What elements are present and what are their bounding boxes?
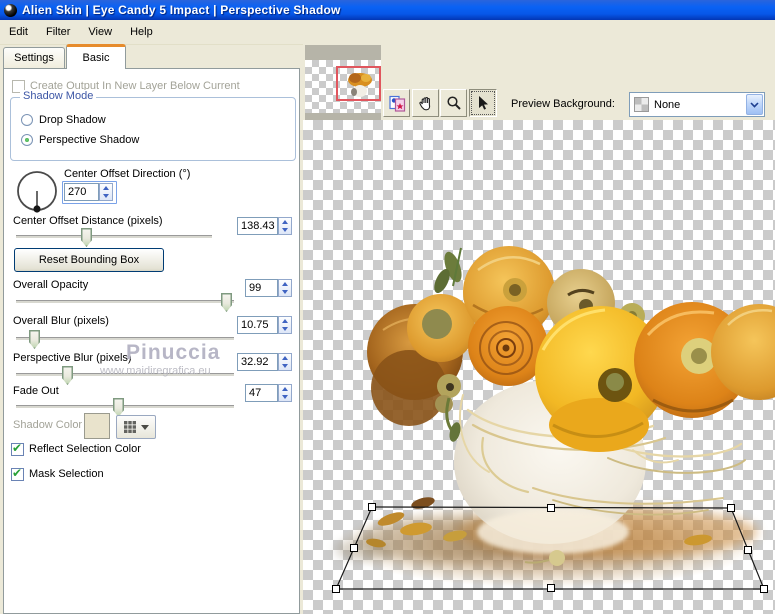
opacity-label: Overall Opacity [13,279,89,291]
menu-view[interactable]: View [79,23,121,41]
blur-slider-thumb[interactable] [29,330,40,349]
perspective-blur-spinner[interactable] [278,353,292,371]
preview-background-dropdown[interactable]: None [629,92,765,117]
menu-filter[interactable]: Filter [37,23,79,41]
bounding-box-handle[interactable] [368,503,376,511]
dial-knob[interactable] [33,205,41,213]
menu-help[interactable]: Help [121,23,162,41]
bounding-box-handle[interactable] [727,504,735,512]
reflect-selection-checkbox[interactable]: ✔ [11,441,24,456]
distance-slider-thumb[interactable] [81,228,92,247]
perspective-blur-label: Perspective Blur (pixels) [13,352,132,364]
drop-shadow-label[interactable]: Drop Shadow [39,114,106,126]
opacity-field[interactable]: 99 [245,279,278,297]
distance-label: Center Offset Distance (pixels) [13,215,163,227]
bounding-box-handle[interactable] [350,544,358,552]
chevron-down-icon [750,101,759,108]
title-bar: Alien Skin | Eye Candy 5 Impact | Perspe… [0,0,775,20]
dropdown-arrow-icon [141,424,149,430]
pan-tool-button[interactable] [412,89,439,117]
fade-out-label: Fade Out [13,385,59,397]
blur-field[interactable]: 10.75 [237,316,278,334]
navigator-view-rectangle[interactable] [336,66,381,101]
spin-down-icon[interactable] [279,393,291,401]
shadow-color-label: Shadow Color [13,419,83,431]
drop-shadow-radio[interactable] [21,114,33,126]
distance-field[interactable]: 138.43 [237,217,278,235]
spin-down-icon[interactable] [279,288,291,296]
menu-edit[interactable]: Edit [0,23,37,41]
plugin-window: Alien Skin | Eye Candy 5 Impact | Perspe… [0,0,775,614]
menu-bar: Edit Filter View Help [0,20,775,45]
fade-out-spinner[interactable] [278,384,292,402]
bounding-box-handle[interactable] [744,546,752,554]
spin-up-icon[interactable] [279,317,291,325]
color-picker-dropdown[interactable] [116,415,156,439]
bounding-box-handle[interactable] [332,585,340,593]
reset-bounding-box-button[interactable]: Reset Bounding Box [14,248,164,272]
dropdown-arrow-button[interactable] [746,94,763,115]
bounding-box-handle[interactable] [547,504,555,512]
distance-slider-track[interactable] [16,235,212,239]
pan-hand-icon [418,96,430,111]
fade-out-slider-track[interactable] [16,405,234,409]
watermark-url: www.maidiregrafica.eu [100,365,211,377]
watermark-name: Pinuccia [126,341,221,364]
mask-selection-checkbox[interactable]: ✔ [11,466,24,481]
spin-down-icon[interactable] [279,226,291,234]
perspective-blur-field[interactable]: 32.92 [237,353,278,371]
mask-selection-label[interactable]: Mask Selection [29,468,104,480]
perspective-shadow-label[interactable]: Perspective Shadow [39,134,139,146]
shadow-mode-group: Shadow Mode [10,90,296,161]
opacity-slider-thumb[interactable] [221,293,232,312]
blur-label: Overall Blur (pixels) [13,315,109,327]
select-arrow-icon [479,96,488,110]
preview-canvas[interactable] [303,120,775,614]
alien-skin-logo-icon [4,3,17,17]
preview-background-value: None [654,98,681,111]
tab-settings[interactable]: Settings [3,47,65,68]
direction-field[interactable]: 270 [64,183,99,201]
shadow-mode-title: Shadow Mode [20,90,97,102]
direction-label: Center Offset Direction (°) [64,168,191,180]
spin-up-icon[interactable] [279,385,291,393]
color-grid-icon [124,421,136,433]
checker-swatch-icon [634,97,649,112]
tab-basic[interactable]: Basic [66,44,126,69]
check-icon: ✔ [12,441,23,455]
reflect-selection-label[interactable]: Reflect Selection Color [29,443,141,455]
preview-toolbar-area: Preview Background: None [303,44,775,122]
preview-background-label: Preview Background: [511,98,615,110]
spin-down-icon[interactable] [279,362,291,370]
fade-out-field[interactable]: 47 [245,384,278,402]
spin-down-icon[interactable] [100,192,112,200]
spin-up-icon[interactable] [279,218,291,226]
shadow-color-swatch[interactable] [84,413,110,439]
spin-up-icon[interactable] [279,280,291,288]
perspective-blur-slider-thumb[interactable] [62,366,73,385]
preview-image [332,246,775,593]
flower-bouquet [367,246,775,452]
preview-compare-icon [388,95,405,112]
select-tool-button[interactable] [469,89,497,117]
spin-down-icon[interactable] [279,325,291,333]
spin-up-icon[interactable] [279,354,291,362]
zoom-tool-button[interactable] [440,89,467,117]
blur-spinner[interactable] [278,316,292,334]
spin-up-icon[interactable] [100,184,112,192]
direction-spinner[interactable] [99,183,113,201]
perspective-shadow-radio[interactable] [21,134,33,146]
preview-compare-button[interactable] [383,89,410,117]
zoom-magnifier-icon [446,96,461,110]
opacity-slider-track[interactable] [16,300,234,304]
distance-spinner[interactable] [278,217,292,235]
basic-tab-panel: Create Output In New Layer Below Current… [3,68,300,614]
direction-dial[interactable] [15,169,59,215]
navigator-thumbnail[interactable] [305,45,381,122]
bounding-box-handle[interactable] [760,585,768,593]
bounding-box-handle[interactable] [547,584,555,592]
opacity-spinner[interactable] [278,279,292,297]
check-icon: ✔ [12,466,23,480]
window-title: Alien Skin | Eye Candy 5 Impact | Perspe… [22,3,341,17]
